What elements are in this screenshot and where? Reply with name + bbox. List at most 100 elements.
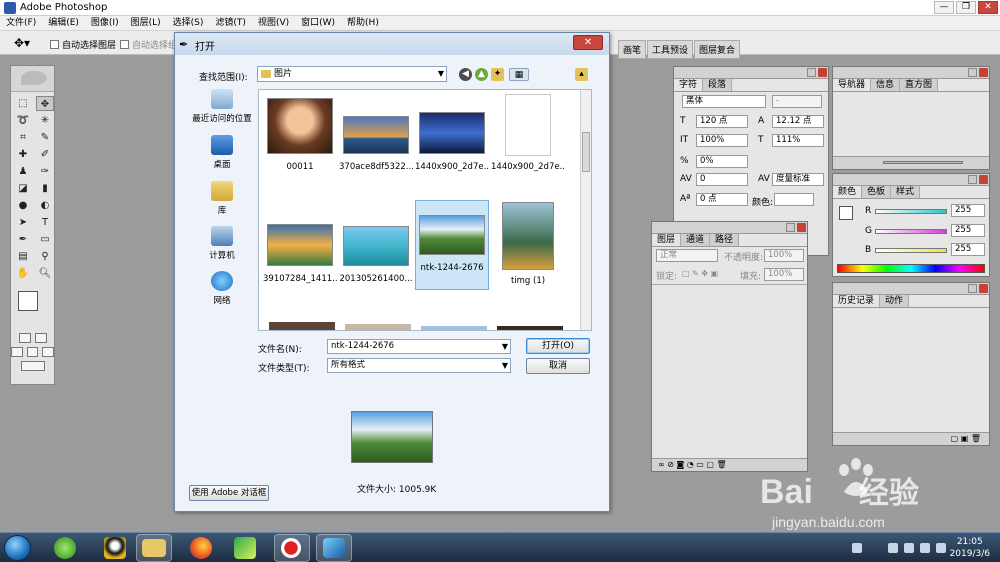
- clone-stamp-icon[interactable]: ♟: [14, 164, 32, 179]
- new-folder-icon[interactable]: ✦: [491, 68, 504, 81]
- auto-select-layer-option[interactable]: 自动选择图层: [50, 38, 116, 51]
- menu-view[interactable]: 视图(V): [252, 16, 295, 30]
- firefox-icon[interactable]: [190, 537, 212, 559]
- type-tool-icon[interactable]: T: [36, 215, 54, 230]
- panel-minimize-icon[interactable]: [968, 284, 977, 293]
- cancel-button[interactable]: 取消: [526, 358, 590, 374]
- media-app-icon[interactable]: [234, 537, 256, 559]
- lock-icons[interactable]: □ ✎ ✥ ▣: [682, 269, 718, 278]
- file-item[interactable]: 1440x900_2d7e...: [491, 94, 565, 172]
- view-menu-icon[interactable]: ▦: [509, 68, 529, 81]
- tab-histogram[interactable]: 直方图: [900, 79, 939, 91]
- auto-select-group-option[interactable]: 自动选择组: [120, 38, 177, 51]
- up-folder-icon[interactable]: ▲: [475, 68, 488, 81]
- vertical-scale-field[interactable]: 100%: [696, 134, 748, 147]
- tab-info[interactable]: 信息: [871, 79, 901, 91]
- baseline-shift-field[interactable]: 0 点: [696, 193, 748, 206]
- 360-browser-icon[interactable]: [54, 537, 76, 559]
- opacity-field[interactable]: 100%: [764, 249, 804, 262]
- open-button[interactable]: 打开(O): [526, 338, 590, 354]
- panel-close-icon[interactable]: [979, 284, 988, 293]
- slice-tool-icon[interactable]: ✎: [36, 130, 54, 145]
- menu-edit[interactable]: 编辑(E): [42, 16, 85, 30]
- dialog-close-button[interactable]: ✕: [573, 35, 603, 50]
- qq-icon[interactable]: [104, 537, 126, 559]
- tab-paragraph[interactable]: 段落: [703, 79, 733, 91]
- dodge-tool-icon[interactable]: ◐: [36, 198, 54, 213]
- menu-layer[interactable]: 图层(L): [125, 16, 167, 30]
- panel-close-icon[interactable]: [979, 68, 988, 77]
- file-item-selected[interactable]: ntk-1244-2676: [415, 200, 489, 290]
- marquee-tool-icon[interactable]: ⬚: [14, 96, 32, 111]
- b-slider[interactable]: [875, 248, 947, 253]
- panel-minimize-icon[interactable]: [807, 68, 816, 77]
- minimize-button[interactable]: —: [934, 1, 954, 14]
- tab-layer-comps[interactable]: 图层复合: [694, 40, 741, 59]
- tab-character[interactable]: 字符: [674, 79, 704, 91]
- font-style-select[interactable]: -: [772, 95, 822, 108]
- scrollbar-thumb[interactable]: [582, 132, 590, 172]
- menu-image[interactable]: 图像(I): [85, 16, 125, 30]
- panel-minimize-icon[interactable]: [968, 175, 977, 184]
- auto-select-group-checkbox[interactable]: [120, 40, 129, 49]
- tab-color[interactable]: 颜色: [833, 186, 863, 198]
- file-item[interactable]: timg (1): [491, 202, 565, 286]
- ime-icon[interactable]: [936, 543, 946, 553]
- blur-tool-icon[interactable]: ●: [14, 198, 32, 213]
- screen-mode-1-icon[interactable]: [11, 347, 23, 357]
- tab-tool-presets[interactable]: 工具预设: [647, 40, 694, 59]
- folder-up-icon[interactable]: ▴: [575, 68, 588, 81]
- toolbox-header[interactable]: [11, 66, 54, 92]
- panel-minimize-icon[interactable]: [786, 223, 795, 232]
- keyboard-icon[interactable]: [852, 543, 862, 553]
- horizontal-scale-field[interactable]: 111%: [772, 134, 824, 147]
- standard-mode-icon[interactable]: [18, 333, 31, 343]
- shape-tool-icon[interactable]: ▭: [36, 232, 54, 247]
- back-icon[interactable]: ◀: [459, 68, 472, 81]
- pen-tool-icon[interactable]: ✒: [14, 232, 32, 247]
- network-tray-icon[interactable]: [904, 543, 914, 553]
- zoom-tool-icon[interactable]: 🔍︎: [36, 266, 54, 281]
- font-family-select[interactable]: 黑体: [682, 95, 766, 108]
- eraser-tool-icon[interactable]: ◪: [14, 181, 32, 196]
- file-item[interactable]: 00011: [263, 98, 337, 172]
- hand-tool-icon[interactable]: ✋: [14, 266, 32, 281]
- move-tool-icon[interactable]: ✥▾: [14, 36, 30, 50]
- kerning-mode-select[interactable]: 度量标准: [772, 173, 824, 186]
- kerning-field[interactable]: 0: [696, 173, 748, 186]
- tab-brushes[interactable]: 画笔: [618, 40, 647, 59]
- tab-paths[interactable]: 路径: [710, 234, 740, 246]
- r-slider[interactable]: [875, 209, 947, 214]
- use-adobe-dialog-button[interactable]: 使用 Adobe 对话框: [189, 485, 269, 501]
- place-recent[interactable]: 最近访问的位置: [189, 89, 255, 124]
- zoom-slider[interactable]: [883, 161, 963, 164]
- blend-mode-select[interactable]: 正常: [656, 249, 718, 262]
- file-item[interactable]: 39107284_1411...: [263, 214, 337, 284]
- flag-icon[interactable]: [888, 543, 898, 553]
- file-list[interactable]: 00011 370ace8df5322... 1440x900_2d7e... …: [258, 89, 592, 331]
- jump-to-imageready-icon[interactable]: [20, 361, 45, 371]
- look-in-select[interactable]: 图片 ▼: [257, 66, 447, 82]
- brush-tool-icon[interactable]: ✐: [36, 147, 54, 162]
- text-color-swatch[interactable]: [774, 193, 814, 206]
- foreground-color-swatch[interactable]: [18, 291, 38, 311]
- place-network[interactable]: 网络: [189, 271, 255, 306]
- color-spectrum-ramp[interactable]: [837, 264, 985, 273]
- file-item[interactable]: 201305261400...: [339, 214, 413, 284]
- file-list-scrollbar[interactable]: [580, 90, 591, 330]
- history-brush-icon[interactable]: ✑: [36, 164, 54, 179]
- filename-input[interactable]: ntk-1244-2676 ▼: [327, 339, 511, 354]
- filetype-select[interactable]: 所有格式 ▼: [327, 358, 511, 373]
- place-desktop[interactable]: 桌面: [189, 135, 255, 170]
- move-tool-icon[interactable]: ✥: [36, 96, 54, 111]
- tsume-field[interactable]: 0%: [696, 155, 748, 168]
- screen-mode-2-icon[interactable]: [26, 347, 39, 357]
- tab-swatches[interactable]: 色板: [862, 186, 892, 198]
- magic-wand-tool-icon[interactable]: ✳: [36, 113, 54, 128]
- gradient-tool-icon[interactable]: ▮: [36, 181, 54, 196]
- auto-select-layer-checkbox[interactable]: [50, 40, 59, 49]
- healing-brush-icon[interactable]: ✚: [14, 147, 32, 162]
- crop-tool-icon[interactable]: ⌗: [14, 130, 32, 145]
- quick-mask-icon[interactable]: [34, 333, 47, 343]
- close-button[interactable]: ✕: [978, 1, 998, 14]
